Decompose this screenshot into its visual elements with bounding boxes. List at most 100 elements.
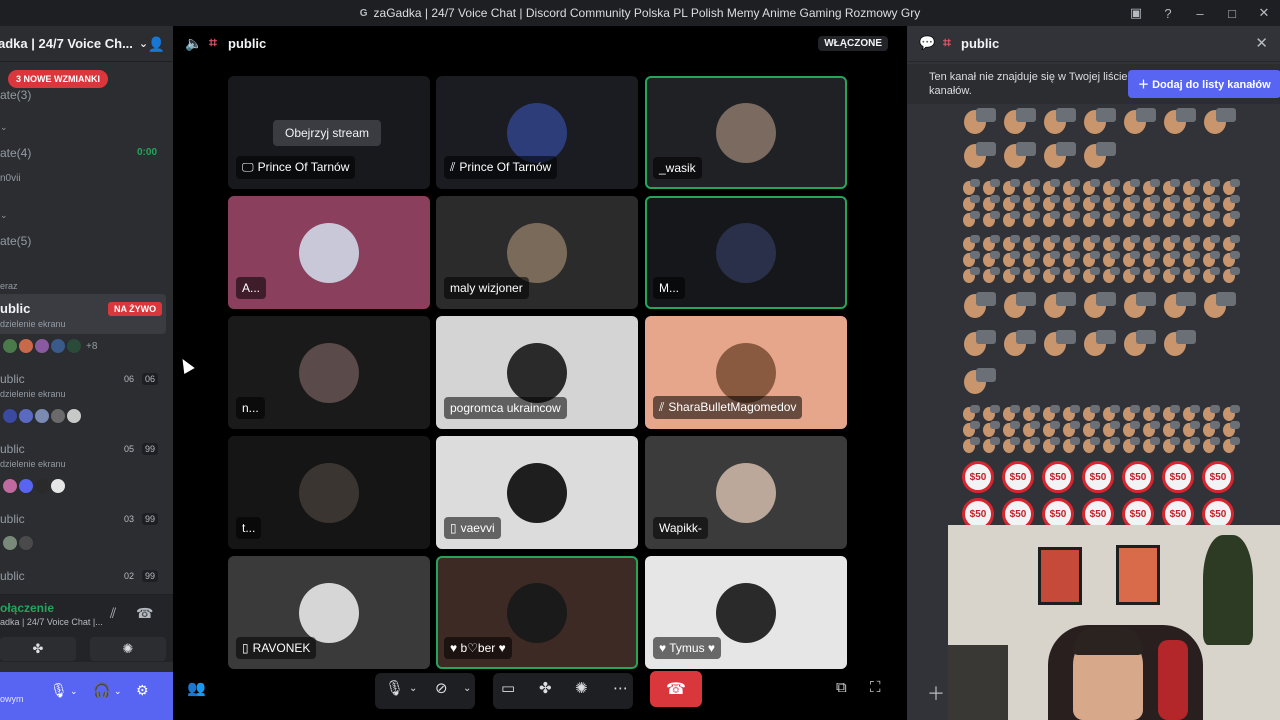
gun-emoji-icon [1002, 328, 1036, 358]
no-sign-emoji-icon: $50 [1002, 461, 1034, 493]
gun-emoji-icon [1162, 210, 1182, 228]
noise-suppression-icon[interactable]: ⫽ [110, 605, 116, 622]
participant-name-label: Prince Of Tarnów [257, 160, 350, 174]
avatar [716, 223, 776, 283]
gun-emoji-icon [1082, 106, 1116, 136]
inbox-icon[interactable]: ▣ [1120, 5, 1152, 21]
status-toggle-badge[interactable]: WŁĄCZONE [818, 36, 888, 51]
participant-tile[interactable]: Obejrzyj stream 🖵 Prince Of Tarnów [228, 76, 430, 189]
no-sign-emoji-icon: $50 [962, 461, 994, 493]
gun-emoji-icon [1142, 210, 1162, 228]
close-icon[interactable]: ✕ [1255, 34, 1268, 52]
avatar [507, 463, 567, 523]
sidebar-item[interactable]: ate(4) [0, 146, 31, 160]
watch-stream-button[interactable]: Obejrzyj stream [273, 120, 382, 146]
participant-name: ♥ b♡ber ♥ [444, 637, 512, 659]
participant-tile[interactable]: ⫽ Prince Of Tarnów [436, 76, 638, 189]
user-count: 02 [124, 571, 135, 581]
popout-icon[interactable]: ⧉ [836, 679, 847, 696]
minimize-icon[interactable]: – [1184, 6, 1216, 21]
gun-emoji-icon [1042, 266, 1062, 284]
collapse-chevron-icon[interactable]: ⌄ [0, 122, 8, 133]
chat-channel-name: public [961, 36, 1000, 51]
gun-emoji-icon [1042, 436, 1062, 454]
sidebar-item[interactable]: ate(5) [0, 234, 31, 248]
participant-tile[interactable]: ▯ RAVONEK [228, 556, 430, 669]
soundboard-button[interactable]: ✺ [90, 637, 166, 661]
avatar [66, 338, 82, 354]
channel-name[interactable]: ublic [0, 512, 25, 526]
participant-tile[interactable]: maly wizjoner [436, 196, 638, 309]
participant-name: _wasik [653, 157, 702, 179]
channel-hash-icon: ⌗ [209, 34, 217, 50]
fullscreen-icon[interactable]: ⛶ [870, 679, 881, 696]
channel-name[interactable]: ublic [0, 569, 25, 583]
maximize-icon[interactable]: □ [1216, 6, 1248, 21]
gun-emoji-icon [1122, 106, 1156, 136]
avatar [299, 223, 359, 283]
more-options-icon[interactable]: ⋯ [613, 679, 628, 697]
microphone-icon[interactable]: 🎙 [50, 682, 68, 699]
chevron-down-icon[interactable]: ⌄ [409, 683, 417, 694]
activities-button[interactable]: ✤ [0, 637, 76, 661]
soundboard-icon[interactable]: ✺ [575, 679, 588, 697]
gun-emoji-icon [1082, 328, 1116, 358]
channel-sidebar: adka | 24/7 Voice Ch... ⌄ 👤 3 NOWE WZMIA… [0, 26, 173, 720]
participant-name-label: ♥ b♡ber ♥ [450, 641, 506, 655]
connection-server[interactable]: adka | 24/7 Voice Chat |... [0, 617, 103, 627]
camera-off-icon[interactable]: ⊘ [435, 679, 448, 697]
participant-tile[interactable]: n... [228, 316, 430, 429]
no-sign-emoji-icon: $50 [1122, 461, 1154, 493]
channel-avatars[interactable] [2, 338, 82, 354]
participant-name: 🖵 Prince Of Tarnów [236, 156, 356, 179]
participant-tile[interactable]: A... [228, 196, 430, 309]
channel-avatars[interactable] [2, 408, 82, 424]
chevron-down-icon[interactable]: ⌄ [70, 686, 78, 697]
channel-name[interactable]: ublic [0, 442, 25, 456]
channel-name[interactable]: ublic [0, 372, 25, 386]
participant-name-label: RAVONEK [252, 641, 311, 655]
invite-user-icon[interactable]: 👤 [148, 36, 165, 53]
help-icon[interactable]: ? [1152, 6, 1184, 21]
settings-gear-icon[interactable]: ⚙ [136, 682, 149, 699]
channel-avatars[interactable] [2, 535, 34, 551]
participant-tile[interactable]: M... [645, 196, 847, 309]
microphone-icon[interactable]: 🎙 [385, 679, 404, 697]
collapse-chevron-icon[interactable]: ⌄ [0, 210, 8, 221]
headphones-icon[interactable]: 🎧 [93, 682, 110, 699]
more-users-count: +8 [86, 341, 98, 352]
add-attachment-icon[interactable]: ＋ [927, 680, 945, 706]
gun-emoji-icon [1022, 436, 1042, 454]
gun-emoji-icon [982, 436, 1002, 454]
channel-avatars[interactable] [2, 478, 66, 494]
activities-icon[interactable]: ✤ [539, 679, 552, 697]
server-header[interactable]: adka | 24/7 Voice Ch... ⌄ 👤 [0, 26, 173, 62]
add-user-icon[interactable]: 👥 [187, 679, 206, 697]
disconnect-icon[interactable]: ☎ [136, 605, 153, 622]
chevron-down-icon[interactable]: ⌄ [463, 683, 471, 694]
participant-tile[interactable]: Wapikk- [645, 436, 847, 549]
participant-tile[interactable]: pogromca ukraincow [436, 316, 638, 429]
participant-name: ⫽ SharaBulletMagomedov [653, 396, 803, 419]
participant-tile[interactable]: t... [228, 436, 430, 549]
participant-name: A... [236, 277, 267, 299]
sidebar-item[interactable]: ate(3) [0, 88, 31, 102]
participant-tile[interactable]: ▯ vaevvi [436, 436, 638, 549]
sidebar-item[interactable]: n0vii [0, 173, 21, 184]
close-window-icon[interactable]: ✕ [1248, 5, 1280, 21]
avatar [2, 535, 18, 551]
chevron-down-icon[interactable]: ⌄ [114, 686, 122, 697]
participant-tile[interactable]: ♥ b♡ber ♥ [436, 556, 638, 669]
participant-name: ▯ RAVONEK [236, 637, 317, 659]
participant-tile[interactable]: _wasik [645, 76, 847, 189]
screen-share-icon[interactable]: ▭ [501, 679, 515, 697]
gun-emoji-icon [1082, 436, 1102, 454]
avatar [18, 535, 34, 551]
participant-tile[interactable]: ⫽ SharaBulletMagomedov [645, 316, 847, 429]
user-count: 06 [124, 374, 135, 384]
add-to-channel-list-button[interactable]: ＋ Dodaj do listy kanałów [1128, 70, 1280, 98]
gun-emoji-icon [1082, 140, 1116, 170]
hang-up-button[interactable]: ☎ [650, 671, 702, 707]
participant-tile[interactable]: ♥ Tymus ♥ [645, 556, 847, 669]
new-mentions-badge[interactable]: 3 NOWE WZMIANKI [8, 70, 108, 88]
